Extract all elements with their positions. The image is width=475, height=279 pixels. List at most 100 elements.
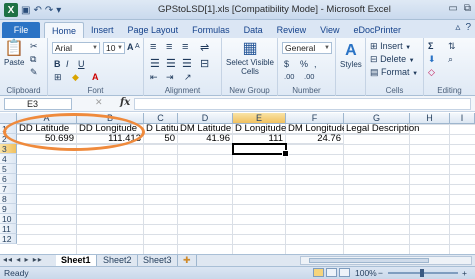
font-name-select[interactable]: Arial ▼ [52, 42, 100, 54]
cell-e2[interactable]: 111 [233, 134, 286, 144]
styles-group: A Styles [336, 38, 366, 96]
tab-home[interactable]: Home [44, 22, 85, 38]
insert-sheet-icon[interactable]: ✚ [178, 255, 197, 266]
tab-insert[interactable]: Insert [84, 22, 121, 38]
row-header-3[interactable]: 3 [0, 144, 17, 154]
increase-indent-icon[interactable]: ⇥ [166, 72, 174, 83]
tab-data[interactable]: Data [237, 22, 270, 38]
redo-icon[interactable]: ↷ [45, 5, 53, 16]
select-visible-cells-button[interactable]: ▦ Select Visible Cells [225, 40, 275, 76]
row-header-8[interactable]: 8 [0, 194, 17, 204]
shrink-font-button[interactable]: A [135, 43, 140, 50]
cell-f2[interactable]: 24.76 [286, 134, 344, 144]
tab-page-layout[interactable]: Page Layout [121, 22, 186, 38]
align-top-icon[interactable]: ≡ [150, 41, 156, 53]
row-header-5[interactable]: 5 [0, 164, 17, 174]
cell-c2[interactable]: 50 [144, 134, 178, 144]
tab-view[interactable]: View [313, 22, 346, 38]
restore-button[interactable]: ⧉ [464, 3, 471, 14]
tab-formulas[interactable]: Formulas [185, 22, 237, 38]
zoom-out-button[interactable]: − [378, 267, 383, 279]
formula-input[interactable] [134, 98, 471, 110]
row-header-6[interactable]: 6 [0, 174, 17, 184]
sort-filter-icon[interactable]: ⇅ [448, 41, 456, 52]
customize-qat-icon[interactable]: ▾ [56, 5, 61, 16]
borders-icon[interactable]: ⊞ [54, 72, 62, 83]
align-bottom-icon[interactable]: ≡ [182, 41, 188, 53]
cancel-icon[interactable]: ✕ [95, 97, 103, 108]
row-header-10[interactable]: 10 [0, 214, 17, 224]
align-middle-icon[interactable]: ≡ [166, 41, 172, 53]
increase-decimal-button[interactable]: .00 [284, 72, 294, 81]
align-right-icon[interactable]: ☰ [182, 57, 192, 70]
row-header-11[interactable]: 11 [0, 224, 17, 234]
sheet-tab-sheet3[interactable]: Sheet3 [138, 255, 178, 266]
zoom-level[interactable]: 100% [355, 267, 377, 279]
percent-button[interactable]: % [300, 59, 308, 69]
cut-icon[interactable]: ✂ [30, 41, 38, 52]
tab-file[interactable]: File [2, 22, 40, 38]
styles-button[interactable]: A Styles [340, 42, 362, 69]
page-layout-view-icon[interactable] [326, 268, 337, 277]
currency-button[interactable]: $ [284, 59, 289, 69]
excel-logo-icon[interactable]: X [4, 3, 18, 17]
clear-icon[interactable]: ◇ [428, 67, 435, 78]
row-header-4[interactable]: 4 [0, 154, 17, 164]
column-header-i[interactable]: I [450, 113, 475, 124]
orientation-icon[interactable]: ↗ [184, 72, 192, 83]
page-break-view-icon[interactable] [339, 268, 350, 277]
horizontal-scrollbar[interactable] [300, 256, 472, 265]
zoom-in-button[interactable]: + [462, 267, 467, 279]
merge-center-icon[interactable]: ⊟ [200, 57, 209, 70]
insert-cells-button[interactable]: ⊞ Insert ▼ [370, 41, 411, 52]
select-all-corner[interactable] [0, 113, 17, 124]
cell-g1[interactable]: Legal Description [344, 124, 419, 134]
grow-font-button[interactable]: A [127, 42, 134, 52]
font-size-select[interactable]: 10 ▼ [103, 42, 125, 54]
format-cells-button[interactable]: ▤ Format ▼ [370, 67, 418, 78]
name-box[interactable]: E3 [4, 98, 72, 110]
cell-b2[interactable]: 111.413 [77, 134, 144, 144]
comma-button[interactable]: , [314, 59, 317, 69]
fill-color-icon[interactable]: ◆ [72, 72, 79, 83]
normal-view-icon[interactable] [313, 268, 324, 277]
sheet-tab-sheet1[interactable]: Sheet1 [56, 255, 97, 266]
format-cells-label: Format [381, 67, 410, 77]
font-color-icon[interactable]: A [92, 72, 99, 82]
undo-icon[interactable]: ↶ [33, 5, 41, 16]
decrease-decimal-button[interactable]: .00 [304, 72, 314, 81]
save-icon[interactable]: ▣ [21, 5, 30, 16]
autosum-button[interactable]: Σ [428, 41, 433, 51]
cell-d2[interactable]: 41.96 [178, 134, 233, 144]
paste-button[interactable]: 📋 Paste [4, 40, 24, 67]
decrease-indent-icon[interactable]: ⇤ [150, 72, 158, 83]
row-header-9[interactable]: 9 [0, 204, 17, 214]
sheet-nav-buttons[interactable]: ◂◂ ◂ ▸ ▸▸ [3, 255, 43, 264]
format-painter-icon[interactable]: ✎ [30, 67, 38, 78]
row-header-12[interactable]: 12 [0, 234, 17, 244]
horizontal-scrollbar-thumb[interactable] [309, 258, 429, 263]
zoom-slider-thumb[interactable] [420, 269, 424, 277]
number-format-select[interactable]: General ▼ [282, 42, 332, 54]
delete-cells-button[interactable]: ⊟ Delete ▼ [370, 54, 415, 65]
help-icon[interactable]: ? [465, 22, 471, 33]
insert-function-button[interactable]: fx [120, 97, 130, 108]
align-left-icon[interactable]: ☰ [150, 57, 160, 70]
minimize-button[interactable]: ▭ [448, 3, 457, 14]
align-center-icon[interactable]: ☰ [166, 57, 176, 70]
tab-edocprinter[interactable]: eDocPrinter [346, 22, 408, 38]
minimize-ribbon-icon[interactable]: ▵ [455, 22, 460, 33]
italic-button[interactable]: I [66, 59, 69, 69]
cell-a2[interactable]: 50.699 [17, 134, 77, 144]
fill-icon[interactable]: ⬇ [428, 54, 436, 65]
row-header-1[interactable]: 1 [0, 124, 17, 134]
row-header-2[interactable]: 2 [0, 134, 17, 144]
wrap-text-icon[interactable]: ⇌ [200, 41, 209, 54]
find-select-icon[interactable]: ⌕ [448, 54, 453, 65]
sheet-tab-sheet2[interactable]: Sheet2 [98, 255, 138, 266]
underline-button[interactable]: U [78, 59, 85, 69]
bold-button[interactable]: B [54, 59, 61, 69]
tab-review[interactable]: Review [270, 22, 314, 38]
row-header-7[interactable]: 7 [0, 184, 17, 194]
copy-icon[interactable]: ⧉ [30, 54, 36, 65]
